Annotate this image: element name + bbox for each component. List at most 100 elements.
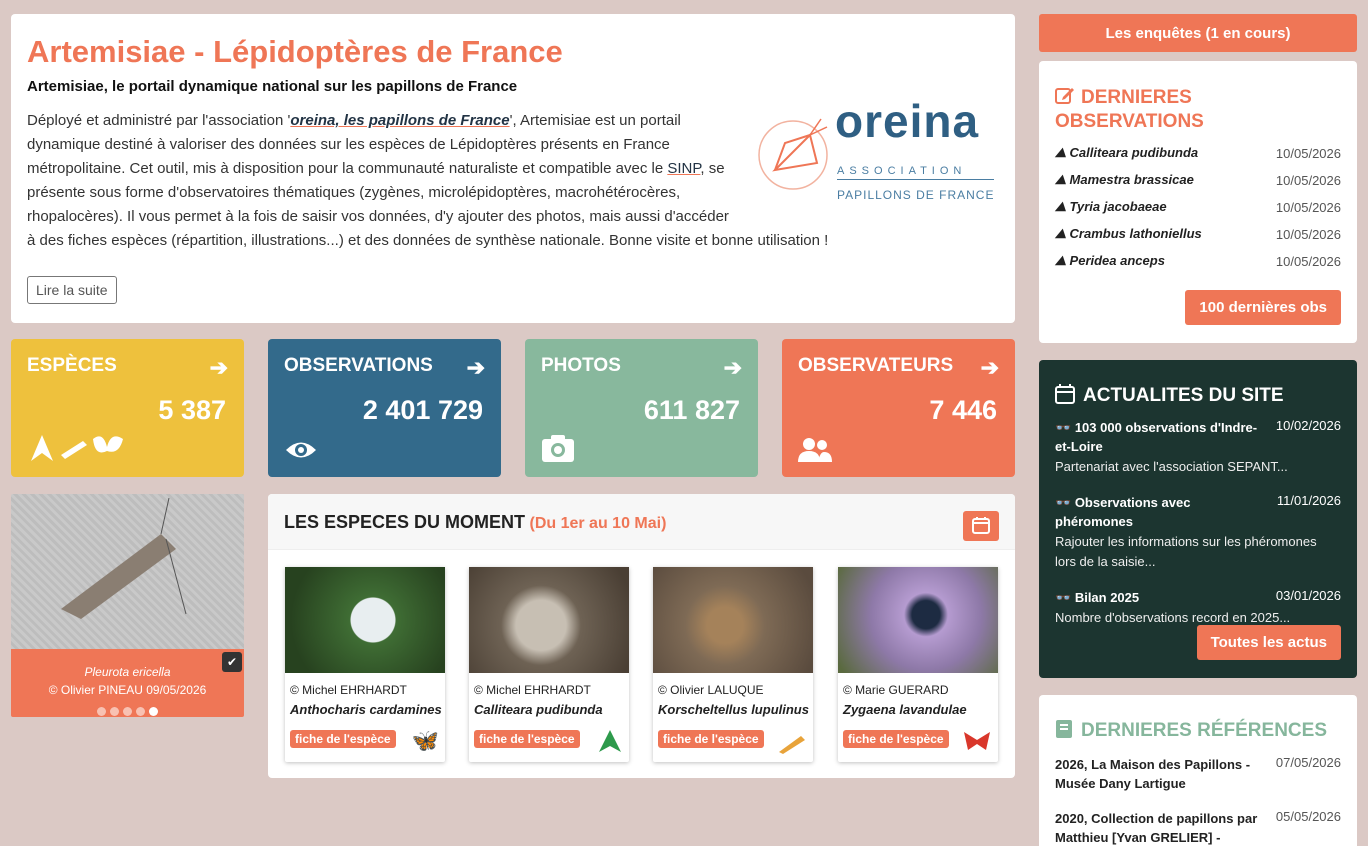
moment-header: LES ESPECES DU MOMENT (Du 1er au 10 Mai)	[268, 494, 1015, 550]
all-news-button[interactable]: Toutes les actus	[1196, 625, 1341, 660]
moth-icon: ⛰	[1055, 226, 1066, 241]
stat-photos[interactable]: PHOTOS ➔ 611 827	[525, 339, 758, 477]
calendar-button[interactable]	[963, 511, 999, 541]
last-100-observations-button[interactable]: 100 dernières obs	[1185, 290, 1341, 325]
observation-name: Mamestra brassicae	[1069, 172, 1194, 187]
page-subtitle: Artemisiae, le portail dynamique nationa…	[27, 78, 518, 95]
moment-species-panel: LES ESPECES DU MOMENT (Du 1er au 10 Mai)…	[268, 494, 1015, 778]
moth-icon: ⛰	[1055, 199, 1066, 214]
species-sheet-link[interactable]: fiche de l'espèce	[658, 730, 764, 748]
observation-name: Tyria jacobaeae	[1069, 199, 1167, 214]
observations-list: ⛰ Calliteara pudibunda 10/05/2026 ⛰ Mames…	[1055, 145, 1341, 269]
latest-references-panel: DERNIERES RÉFÉRENCES 2026, La Maison des…	[1039, 695, 1357, 846]
arrow-right-icon: ➔	[209, 355, 228, 380]
carousel-dot[interactable]	[110, 707, 119, 716]
photo-credit: © Olivier PINEAU 09/05/2026	[48, 683, 207, 697]
news-item-desc: Partenariat avec l'association SEPANT...	[1055, 459, 1288, 474]
photo-carousel[interactable]: Pleurota ericella © Olivier PINEAU 09/05…	[11, 494, 244, 717]
latest-observations-panel: DERNIERES OBSERVATIONS ⛰ Calliteara pudib…	[1039, 61, 1357, 343]
page-title: Artemisiae - Lépidoptères de France	[27, 34, 563, 69]
news-title: ACTUALITES DU SITE	[1055, 384, 1341, 408]
sinp-link[interactable]: SINP	[667, 160, 700, 177]
surveys-button[interactable]: Les enquêtes (1 en cours)	[1039, 14, 1357, 52]
species-name: Anthocharis cardamines	[290, 702, 442, 717]
moth-icon: ⛰	[1055, 253, 1066, 268]
butterfly-icon: 🦋	[411, 728, 439, 753]
observations-title-2: OBSERVATIONS	[1055, 111, 1204, 132]
species-photo	[653, 567, 813, 673]
camera-icon	[542, 435, 574, 462]
news-item-title: Observations avec phéromones	[1055, 495, 1191, 529]
list-item[interactable]: ⛰ Tyria jacobaeae 10/05/2026	[1055, 199, 1341, 215]
species-photo	[838, 567, 998, 673]
species-sheet-link[interactable]: fiche de l'espèce	[843, 730, 949, 748]
binoculars-icon: 👓	[1055, 420, 1072, 435]
list-item[interactable]: 2026, La Maison des Papillons - Musée Da…	[1055, 755, 1341, 793]
stat-observers[interactable]: OBSERVATEURS ➔ 7 446	[782, 339, 1015, 477]
check-icon: ✔	[222, 652, 242, 672]
carousel-dots[interactable]	[11, 703, 244, 717]
site-news-panel: ACTUALITES DU SITE 👓 103 000 observation…	[1039, 360, 1357, 678]
references-title-text: DERNIERES RÉFÉRENCES	[1081, 720, 1327, 741]
calendar-icon	[972, 516, 990, 534]
stat-value: 5 387	[158, 395, 226, 425]
observation-date: 10/05/2026	[1275, 253, 1341, 269]
moth-icon	[964, 732, 990, 750]
read-more-button[interactable]: Lire la suite	[27, 276, 117, 304]
species-card[interactable]: © Michel EHRHARDT Calliteara pudibunda f…	[469, 567, 629, 762]
list-item[interactable]: ⛰ Calliteara pudibunda 10/05/2026	[1055, 145, 1341, 161]
carousel-dot[interactable]	[123, 707, 132, 716]
news-item-desc: Rajouter les informations sur les phérom…	[1055, 534, 1317, 569]
news-item-title: 103 000 observations d'Indre-et-Loire	[1055, 420, 1258, 454]
carousel-dot[interactable]	[97, 707, 106, 716]
intro-text-1: Déployé et administré par l'association …	[27, 112, 291, 129]
reference-title: 2026, La Maison des Papillons - Musée Da…	[1055, 757, 1251, 791]
intro-text: oreina ASSOCIATION PAPILLONS DE FRANCE D…	[27, 98, 999, 253]
moment-period: (Du 1er au 10 Mai)	[529, 515, 667, 532]
observations-title-1: DERNIERES	[1081, 87, 1192, 108]
observation-name: Crambus lathoniellus	[1069, 226, 1202, 241]
binoculars-icon: 👓	[1055, 495, 1072, 510]
stat-value: 2 401 729	[362, 395, 483, 425]
species-card[interactable]: © Michel EHRHARDT Anthocharis cardamines…	[285, 567, 445, 762]
stat-value: 611 827	[643, 395, 740, 425]
species-name: Korscheltellus lupulinus	[658, 702, 809, 717]
news-item[interactable]: 👓 Bilan 2025 03/01/2026 Nombre d'observat…	[1055, 588, 1341, 628]
stat-observations[interactable]: OBSERVATIONS ➔ 2 401 729	[268, 339, 501, 477]
carousel-dot[interactable]	[136, 707, 145, 716]
news-item[interactable]: 👓 103 000 observations d'Indre-et-Loire 1…	[1055, 418, 1341, 477]
observation-date: 10/05/2026	[1275, 172, 1341, 188]
arrow-right-icon: ➔	[723, 355, 742, 380]
moth-icons	[31, 435, 123, 461]
news-item-date: 03/01/2026	[1275, 588, 1341, 603]
photo-species: Pleurota ericella	[84, 665, 171, 679]
species-card[interactable]: © Olivier LALUQUE Korscheltellus lupulin…	[653, 567, 813, 762]
oreina-link[interactable]: oreina, les papillons de France	[290, 112, 509, 129]
stat-species[interactable]: ESPÈCES ➔ 5 387	[11, 339, 244, 477]
species-sheet-link[interactable]: fiche de l'espèce	[290, 730, 396, 748]
species-card[interactable]: © Marie GUERARD Zygaena lavandulae fiche…	[838, 567, 998, 762]
list-item[interactable]: ⛰ Peridea anceps 10/05/2026	[1055, 253, 1341, 269]
users-icon	[798, 438, 832, 462]
news-item[interactable]: 👓 Observations avec phéromones 11/01/2026…	[1055, 493, 1341, 572]
references-title: DERNIERES RÉFÉRENCES	[1055, 719, 1341, 743]
eye-icon	[286, 442, 316, 458]
moth-logo-icon	[758, 118, 828, 190]
moment-title: LES ESPECES DU MOMENT	[284, 512, 526, 532]
stat-value: 7 446	[929, 395, 997, 425]
stat-label: OBSERVATIONS	[284, 355, 433, 376]
news-title-text: ACTUALITES DU SITE	[1083, 385, 1284, 406]
list-item[interactable]: ⛰ Mamestra brassicae 10/05/2026	[1055, 172, 1341, 188]
species-sheet-link[interactable]: fiche de l'espèce	[474, 730, 580, 748]
list-item[interactable]: 2020, Collection de papillons par Matthi…	[1055, 809, 1341, 846]
arrow-right-icon: ➔	[980, 355, 999, 380]
oreina-logo[interactable]: oreina ASSOCIATION PAPILLONS DE FRANCE	[755, 98, 1005, 215]
calendar-icon	[1055, 384, 1075, 404]
list-item[interactable]: ⛰ Crambus lathoniellus 10/05/2026	[1055, 226, 1341, 242]
observation-name: Peridea anceps	[1069, 253, 1165, 268]
edit-icon	[1055, 88, 1074, 104]
carousel-dot[interactable]	[149, 707, 158, 716]
moth-icon: ⛰	[1055, 145, 1066, 160]
species-credit: © Michel EHRHARDT	[474, 683, 591, 697]
binoculars-icon: 👓	[1055, 590, 1072, 605]
